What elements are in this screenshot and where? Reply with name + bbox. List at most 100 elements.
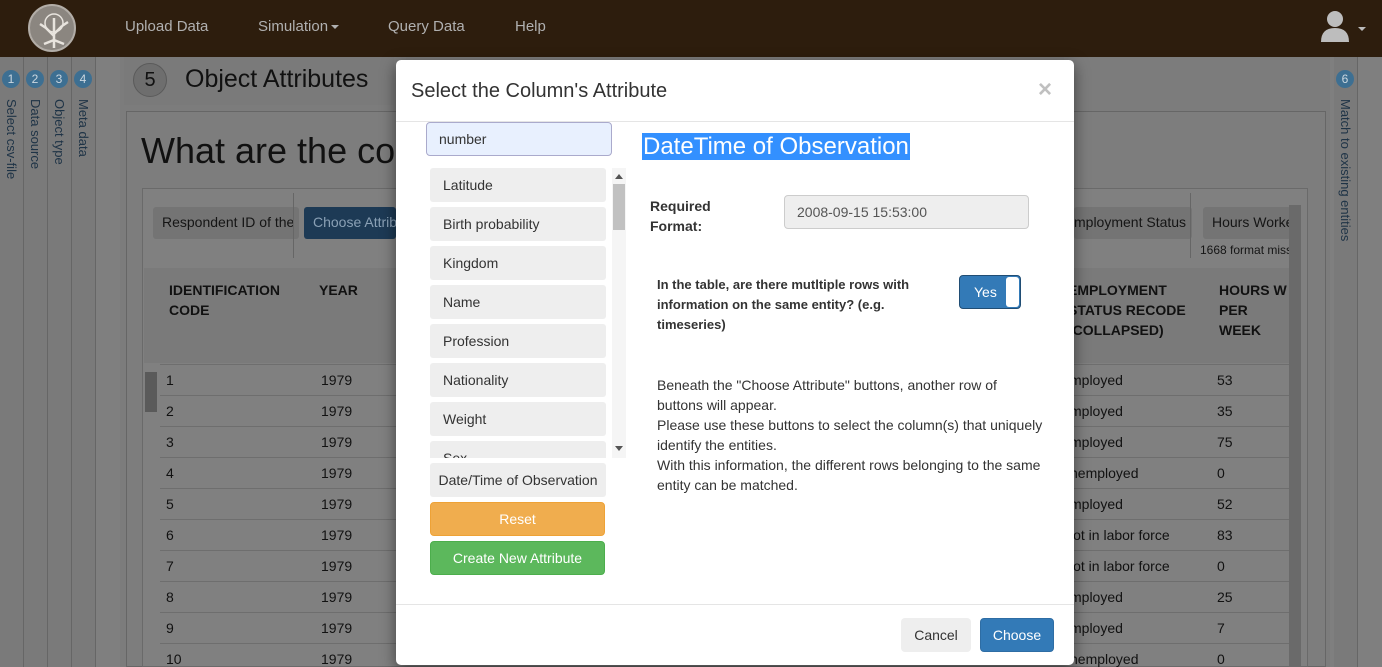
nav-simulation-label: Simulation	[258, 18, 329, 35]
column-header-year[interactable]: YEAR	[319, 280, 358, 300]
toggle-handle	[1006, 277, 1019, 307]
scroll-up-arrow-icon[interactable]	[615, 174, 623, 179]
attribute-list: Latitude Birth probability Kingdom Name …	[430, 168, 628, 458]
cell-employment: nemployed	[1070, 651, 1139, 667]
column-header-hours-worked[interactable]: HOURS W PER WEEK	[1219, 280, 1291, 340]
nav-help[interactable]: Help	[515, 18, 546, 35]
required-format-label: Required Format:	[650, 198, 711, 234]
cell-hours: 7	[1217, 620, 1225, 636]
multi-row-question: In the table, are there mutltiple rows w…	[657, 277, 910, 332]
tree-logo-icon[interactable]	[28, 4, 76, 52]
table-scrollbar-thumb[interactable]	[145, 372, 157, 412]
column-header-employment-status[interactable]: EMPLOYMENT STATUS RECODE (COLLAPSED)	[1068, 280, 1208, 340]
multi-row-toggle[interactable]: Yes	[959, 275, 1021, 309]
cell-id: 8	[166, 589, 174, 605]
cell-year: 1979	[321, 527, 353, 543]
attribute-item[interactable]: Kingdom	[430, 246, 606, 280]
navbar: Upload Data Simulation Query Data Help	[0, 0, 1382, 57]
modal-title: Select the Column's Attribute	[411, 80, 668, 102]
selected-attribute-button[interactable]: Date/Time of Observation	[430, 463, 606, 497]
cancel-button[interactable]: Cancel	[901, 618, 971, 652]
cell-year: 1979	[321, 403, 353, 419]
step-tab-2[interactable]: 2 Data source	[24, 57, 48, 667]
caret-down-icon	[331, 25, 340, 30]
attribute-modal: Select the Column's Attribute × number L…	[396, 60, 1074, 665]
cell-hours: 0	[1217, 465, 1225, 481]
attribute-item[interactable]: Profession	[430, 324, 606, 358]
attribute-item[interactable]: Name	[430, 285, 606, 319]
cell-hours: 0	[1217, 651, 1225, 667]
attribute-search-input[interactable]: number	[426, 122, 612, 156]
cell-id: 3	[166, 434, 174, 450]
attribute-item[interactable]: Latitude	[430, 168, 606, 202]
cell-hours: 25	[1217, 589, 1233, 605]
instructions-text: Beneath the "Choose Attribute" buttons, …	[657, 375, 1057, 495]
scroll-down-arrow-icon[interactable]	[615, 446, 623, 451]
step-label: Object type	[52, 99, 67, 165]
attribute-list-scroll-thumb[interactable]	[613, 184, 625, 230]
toggle-label: Yes	[974, 284, 997, 300]
attribute-item[interactable]: Birth probability	[430, 207, 606, 241]
column-header-identification-code[interactable]: IDENTIFICATION CODE	[169, 280, 299, 320]
choose-button[interactable]: Choose	[980, 618, 1054, 652]
user-menu-caret-icon[interactable]	[1358, 27, 1366, 31]
cell-hours: 83	[1217, 527, 1233, 543]
choose-attribute-button[interactable]: Choose Attrib	[304, 207, 396, 239]
step-number: 1	[2, 70, 20, 88]
attribute-item[interactable]: Weight	[430, 402, 606, 436]
cell-employment: mployed	[1070, 589, 1123, 605]
cell-hours: 35	[1217, 403, 1233, 419]
divider	[396, 604, 1074, 605]
cell-employment: mployed	[1070, 620, 1123, 636]
column-button-employment-status[interactable]: mployment Status	[1074, 207, 1192, 239]
step-label: Match to existing entities	[1338, 99, 1353, 242]
column-button-hours-worked[interactable]: Hours Worke	[1203, 207, 1291, 239]
nav-query-data[interactable]: Query Data	[388, 18, 465, 35]
attribute-title: DateTime of Observation	[642, 133, 910, 160]
cell-year: 1979	[321, 465, 353, 481]
nav-simulation[interactable]: Simulation	[258, 18, 340, 35]
column-button-respondent-id[interactable]: Respondent ID of the N	[153, 207, 299, 239]
attribute-item[interactable]: Sex	[430, 441, 606, 458]
step-label: Data source	[28, 99, 43, 170]
close-icon[interactable]: ×	[1038, 78, 1052, 102]
step-tab-3[interactable]: 3 Object type	[48, 57, 72, 667]
cell-id: 5	[166, 496, 174, 512]
cell-id: 7	[166, 558, 174, 574]
cell-id: 10	[166, 651, 182, 667]
cell-employment: mployed	[1070, 434, 1123, 450]
cell-year: 1979	[321, 651, 353, 667]
page-title: Object Attributes	[185, 65, 369, 93]
create-new-attribute-button[interactable]: Create New Attribute	[430, 541, 605, 575]
question-heading: What are the co	[141, 130, 396, 171]
step-tab-4[interactable]: 4 Meta data	[72, 57, 96, 667]
instruction-line: entity can be matched.	[657, 477, 798, 493]
reset-button[interactable]: Reset	[430, 502, 605, 536]
cell-year: 1979	[321, 434, 353, 450]
cell-hours: 0	[1217, 558, 1225, 574]
cell-year: 1979	[321, 589, 353, 605]
attribute-item[interactable]: Nationality	[430, 363, 606, 397]
instruction-line: buttons will appear.	[657, 397, 777, 413]
table-vertical-scrollbar[interactable]	[1289, 205, 1301, 667]
cell-year: 1979	[321, 620, 353, 636]
format-missing-note: 1668 format miss	[1200, 243, 1290, 257]
cell-year: 1979	[321, 558, 353, 574]
cell-id: 4	[166, 465, 174, 481]
step-tab-1[interactable]: 1 Select csv-file	[0, 57, 24, 667]
cell-employment: nemployed	[1070, 465, 1139, 481]
cell-id: 9	[166, 620, 174, 636]
cell-hours: 52	[1217, 496, 1233, 512]
divider	[293, 193, 294, 258]
user-icon[interactable]	[1320, 10, 1350, 45]
cell-employment: lot in labor force	[1070, 558, 1170, 574]
nav-upload-data[interactable]: Upload Data	[125, 18, 208, 35]
instruction-line: Beneath the "Choose Attribute" buttons, …	[657, 377, 997, 393]
cell-hours: 75	[1217, 434, 1233, 450]
step5-number: 5	[133, 63, 167, 97]
cell-hours: 53	[1217, 372, 1233, 388]
step-label: Select csv-file	[4, 99, 19, 180]
step-number: 3	[50, 70, 68, 88]
cell-year: 1979	[321, 496, 353, 512]
step-tab-6[interactable]: 6 Match to existing entities	[1334, 57, 1358, 667]
